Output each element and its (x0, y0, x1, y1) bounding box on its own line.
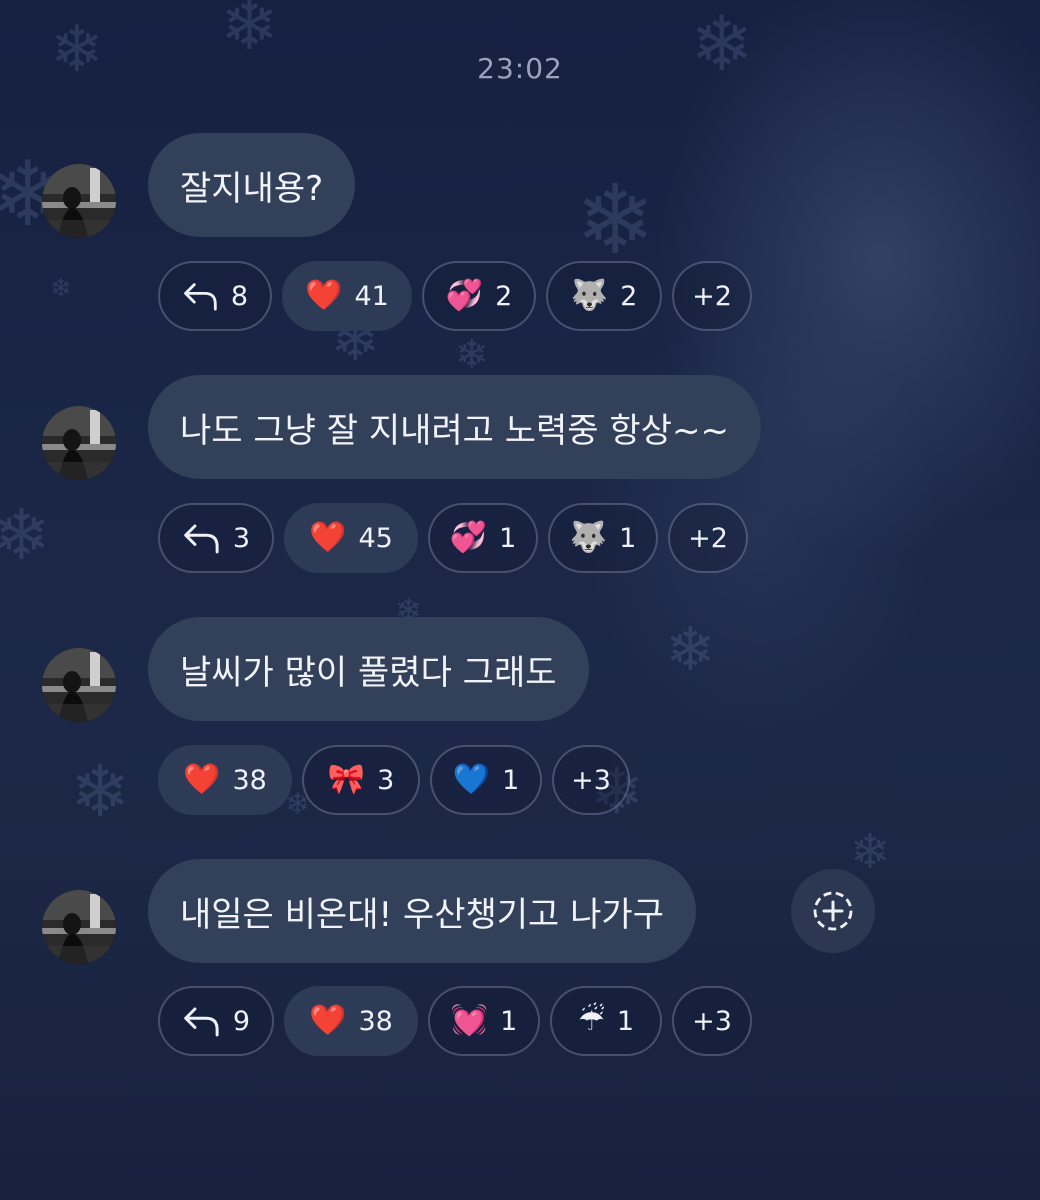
reaction-count: 2 (620, 280, 638, 312)
reaction-chip[interactable]: 🎀 3 (302, 745, 420, 815)
red-heart-icon: ❤️ (305, 278, 343, 313)
reaction-count: 1 (619, 522, 637, 554)
reaction-count: 1 (616, 1005, 635, 1037)
more-reactions-chip[interactable]: +3 (672, 986, 752, 1056)
reaction-chip[interactable]: ❤️ 38 (284, 986, 418, 1056)
umbrella-rain-icon: ☔ (577, 1003, 605, 1038)
reaction-count: 2 (495, 280, 513, 312)
message-bubble[interactable]: 날씨가 많이 풀렸다 그래도 (148, 617, 589, 721)
reaction-count: 3 (377, 764, 395, 796)
reaction-chip[interactable]: 💞 2 (422, 261, 536, 331)
red-heart-icon: ❤️ (183, 762, 221, 797)
avatar-photo (42, 406, 116, 480)
snowflake-icon: ❄ (665, 615, 716, 685)
wolf-icon: 🐺 (569, 520, 608, 555)
reaction-chip[interactable]: ❤️ 38 (158, 745, 292, 815)
snowflake-icon: ❄ (0, 494, 51, 576)
reaction-chip[interactable]: 🐺 1 (548, 503, 658, 573)
snowflake-icon: ❄ (575, 164, 656, 276)
message-bubble[interactable]: 내일은 비온대! 우산챙기고 나가구 (148, 859, 696, 963)
snowflake-icon: ❄ (50, 274, 72, 304)
avatar[interactable] (42, 164, 116, 238)
red-heart-icon: ❤️ (309, 1003, 347, 1038)
reaction-count: 41 (354, 280, 389, 312)
snowflake-icon: ❄ (850, 824, 891, 880)
reply-count-chip[interactable]: 8 (158, 261, 272, 331)
avatar[interactable] (42, 648, 116, 722)
reply-count: 3 (232, 522, 250, 554)
snowflake-icon: ❄ (220, 0, 279, 66)
snowflake-icon: ❄ (70, 749, 131, 833)
message-bubble[interactable]: 나도 그냥 잘 지내려고 노력중 항상~~ (148, 375, 761, 479)
avatar-photo (42, 164, 116, 238)
avatar[interactable] (42, 406, 116, 480)
reaction-count: 1 (499, 522, 517, 554)
message-text: 나도 그냥 잘 지내려고 노력중 항상~~ (180, 410, 729, 451)
reaction-bar: 9 ❤️ 38 💓 1 ☔ 1 +3 (158, 986, 752, 1056)
reaction-chip[interactable]: 🐺 2 (546, 261, 662, 331)
reply-count-chip[interactable]: 3 (158, 503, 274, 573)
red-heart-icon: ❤️ (309, 520, 347, 555)
more-reactions-chip[interactable]: +2 (668, 503, 748, 573)
revolving-hearts-icon: 💞 (449, 520, 488, 555)
beating-heart-icon: 💓 (450, 1003, 489, 1038)
more-reactions-chip[interactable]: +3 (552, 745, 630, 815)
reaction-count: 38 (232, 764, 267, 796)
ribbon-icon: 🎀 (327, 762, 366, 797)
reply-count: 9 (232, 1005, 250, 1037)
message-text: 내일은 비온대! 우산챙기고 나가구 (180, 894, 664, 935)
more-reactions-label: +2 (688, 522, 728, 554)
more-reactions-label: +3 (692, 1005, 732, 1037)
reply-count: 8 (230, 280, 248, 312)
avatar-photo (42, 648, 116, 722)
message-timestamp: 23:02 (477, 52, 563, 85)
reaction-chip[interactable]: ☔ 1 (550, 986, 662, 1056)
avatar[interactable] (42, 890, 116, 964)
reaction-bar: 3 ❤️ 45 💞 1 🐺 1 +2 (158, 503, 748, 573)
more-reactions-label: +2 (692, 280, 732, 312)
reply-count-chip[interactable]: 9 (158, 986, 274, 1056)
wolf-icon: 🐺 (570, 278, 609, 313)
message-text: 날씨가 많이 풀렸다 그래도 (180, 652, 557, 693)
reaction-count: 38 (358, 1005, 393, 1037)
reaction-chip[interactable]: ❤️ 45 (284, 503, 418, 573)
reply-arrow-icon (184, 1007, 219, 1037)
revolving-hearts-icon: 💞 (445, 278, 484, 313)
blue-heart-icon: 💙 (452, 762, 491, 797)
reaction-chip[interactable]: 💞 1 (428, 503, 538, 573)
more-reactions-chip[interactable]: +2 (672, 261, 752, 331)
reply-arrow-icon (184, 524, 219, 554)
reaction-bar: 8 ❤️ 41 💞 2 🐺 2 +2 (158, 261, 752, 331)
message-bubble[interactable]: 잘지내용? (148, 133, 356, 237)
reaction-chip[interactable]: 💓 1 (428, 986, 540, 1056)
add-reaction-button[interactable] (791, 869, 875, 953)
add-reaction-icon (813, 891, 853, 931)
reaction-bar: ❤️ 38 🎀 3 💙 1 +3 (158, 745, 630, 815)
more-reactions-label: +3 (571, 764, 611, 796)
reaction-chip[interactable]: 💙 1 (430, 745, 542, 815)
reaction-count: 1 (502, 764, 520, 796)
message-text: 잘지내용? (180, 168, 324, 209)
reaction-chip[interactable]: ❤️ 41 (282, 261, 412, 331)
reply-arrow-icon (184, 283, 217, 311)
reaction-count: 1 (500, 1005, 518, 1037)
reaction-count: 45 (358, 522, 393, 554)
avatar-photo (42, 890, 116, 964)
snowflake-icon: ❄ (455, 332, 489, 378)
